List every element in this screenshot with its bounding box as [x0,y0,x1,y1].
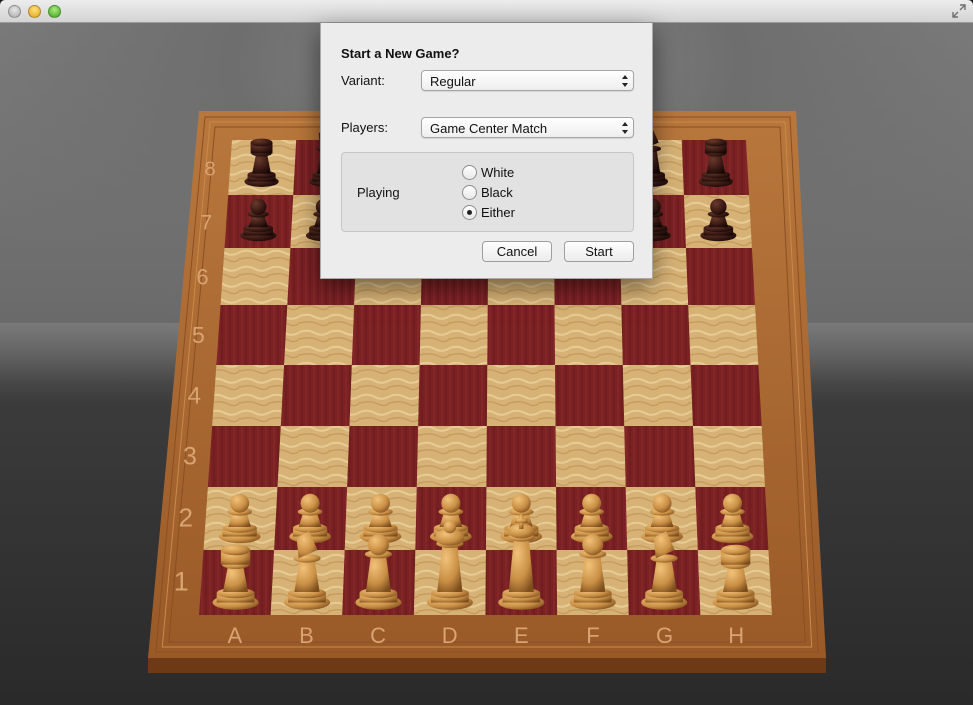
board-square[interactable] [685,248,756,305]
board-square[interactable] [216,305,288,365]
board-square[interactable] [688,305,759,365]
zoom-window-button[interactable] [48,5,61,18]
variant-value: Regular [430,74,476,89]
rank-label: 2 [178,503,192,533]
players-label: Players: [341,120,388,135]
minimize-window-button[interactable] [28,5,41,18]
board-square[interactable] [418,365,488,426]
file-label: B [299,623,314,648]
board-square[interactable] [554,305,623,365]
cancel-button[interactable]: Cancel [482,241,552,262]
radio-button[interactable] [462,165,477,180]
rank-label: 1 [174,567,189,597]
variant-popup[interactable]: Regular [421,70,634,91]
rank-label: 4 [188,383,201,410]
board-square[interactable] [487,305,556,365]
radio-button[interactable] [462,185,477,200]
popup-arrows-icon [622,122,628,134]
board-square[interactable] [555,426,626,487]
radio-white[interactable]: White [462,164,514,181]
board-square[interactable] [280,365,352,426]
board-frame-edge [148,658,826,673]
radio-black[interactable]: Black [462,184,513,201]
board-square[interactable] [622,365,693,426]
board-square[interactable] [347,426,419,487]
board-square[interactable] [419,305,488,365]
variant-label: Variant: [341,73,385,88]
rank-label: 7 [200,212,212,235]
close-window-button[interactable] [8,5,21,18]
players-value: Game Center Match [430,121,548,136]
board-square[interactable] [207,426,281,487]
start-button[interactable]: Start [564,241,634,262]
board-square[interactable] [486,426,557,487]
board-square[interactable] [351,305,421,365]
popup-arrows-icon [622,75,628,87]
fullscreen-icon[interactable] [952,4,966,18]
dialog-title: Start a New Game? [341,46,460,61]
file-label: G [656,623,673,648]
board-square[interactable] [349,365,420,426]
file-label: F [586,623,599,648]
rank-label: 5 [192,322,205,348]
board-square[interactable] [624,426,696,487]
players-popup[interactable]: Game Center Match [421,117,634,138]
board-square[interactable] [621,305,691,365]
file-label: H [728,623,744,648]
board-square[interactable] [416,426,487,487]
chess-window: 8 7 6 5 4 3 2 1 A B C D E F G H Start a New Game? Varia… [0,0,973,705]
board-square[interactable] [690,365,762,426]
radio-either[interactable]: Either [462,204,515,221]
title-bar [0,0,973,23]
rank-label: 8 [205,159,216,181]
file-label: D [442,623,458,648]
board-square[interactable] [277,426,350,487]
rank-label: 3 [183,443,197,471]
radio-button-selected[interactable] [462,205,477,220]
board-square[interactable] [555,365,625,426]
file-label: A [227,623,242,648]
board-square[interactable] [692,426,765,487]
rank-label: 6 [196,265,208,290]
file-label: E [514,623,529,648]
file-label: C [370,623,386,648]
playing-label: Playing [357,185,400,200]
board-square[interactable] [284,305,355,365]
playing-group: Playing White Black Either [341,152,634,232]
new-game-sheet: Start a New Game? Variant: Regular Playe… [320,23,653,279]
board-square[interactable] [486,365,556,426]
board-square[interactable] [212,365,285,426]
board-square[interactable] [220,248,291,305]
